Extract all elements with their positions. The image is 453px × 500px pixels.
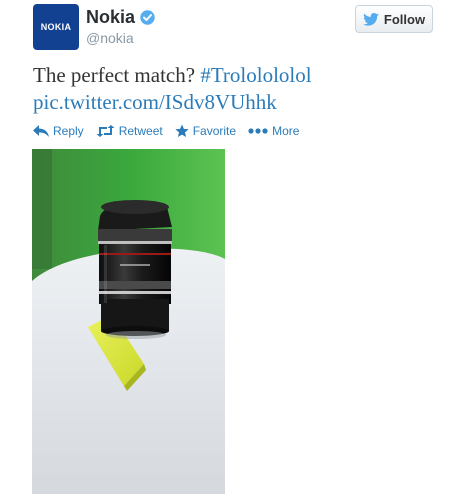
name-row: Nokia	[86, 7, 155, 28]
username[interactable]: @nokia	[86, 30, 134, 46]
twitter-bird-icon	[363, 12, 379, 26]
avatar[interactable]: NOKIA	[33, 4, 79, 50]
tweet-header: NOKIA Nokia @nokia Follow	[33, 4, 433, 52]
favorite-label: Favorite	[192, 124, 237, 138]
more-button[interactable]: More	[248, 124, 299, 138]
tweet-photo[interactable]	[32, 149, 225, 494]
more-label: More	[272, 124, 300, 138]
display-name[interactable]: Nokia	[86, 7, 135, 28]
tweet-text: The perfect match? #Trololololol pic.twi…	[33, 62, 433, 116]
retweet-icon	[96, 125, 115, 137]
follow-label: Follow	[383, 11, 426, 27]
tweet-text-body: The perfect match?	[33, 63, 201, 87]
tweet-actions: Reply Retweet Favorite More	[33, 124, 311, 138]
retweet-button[interactable]: Retweet	[96, 124, 163, 138]
follow-button[interactable]: Follow	[355, 5, 433, 33]
hashtag-link[interactable]: #Trololololol	[200, 63, 311, 87]
reply-arrow-icon	[33, 125, 49, 137]
reply-button[interactable]: Reply	[33, 124, 84, 138]
verified-badge-icon	[140, 10, 155, 25]
star-icon	[175, 124, 189, 137]
reply-label: Reply	[53, 124, 84, 138]
tweet-card: NOKIA Nokia @nokia Follow The perfect ma…	[0, 0, 453, 500]
photo-lens-mug	[98, 200, 172, 336]
retweet-label: Retweet	[118, 124, 163, 138]
avatar-logo-text: NOKIA	[40, 22, 72, 32]
media-link[interactable]: pic.twitter.com/ISdv8VUhhk	[33, 90, 277, 114]
more-dots-icon	[248, 128, 268, 134]
favorite-button[interactable]: Favorite	[175, 124, 236, 138]
